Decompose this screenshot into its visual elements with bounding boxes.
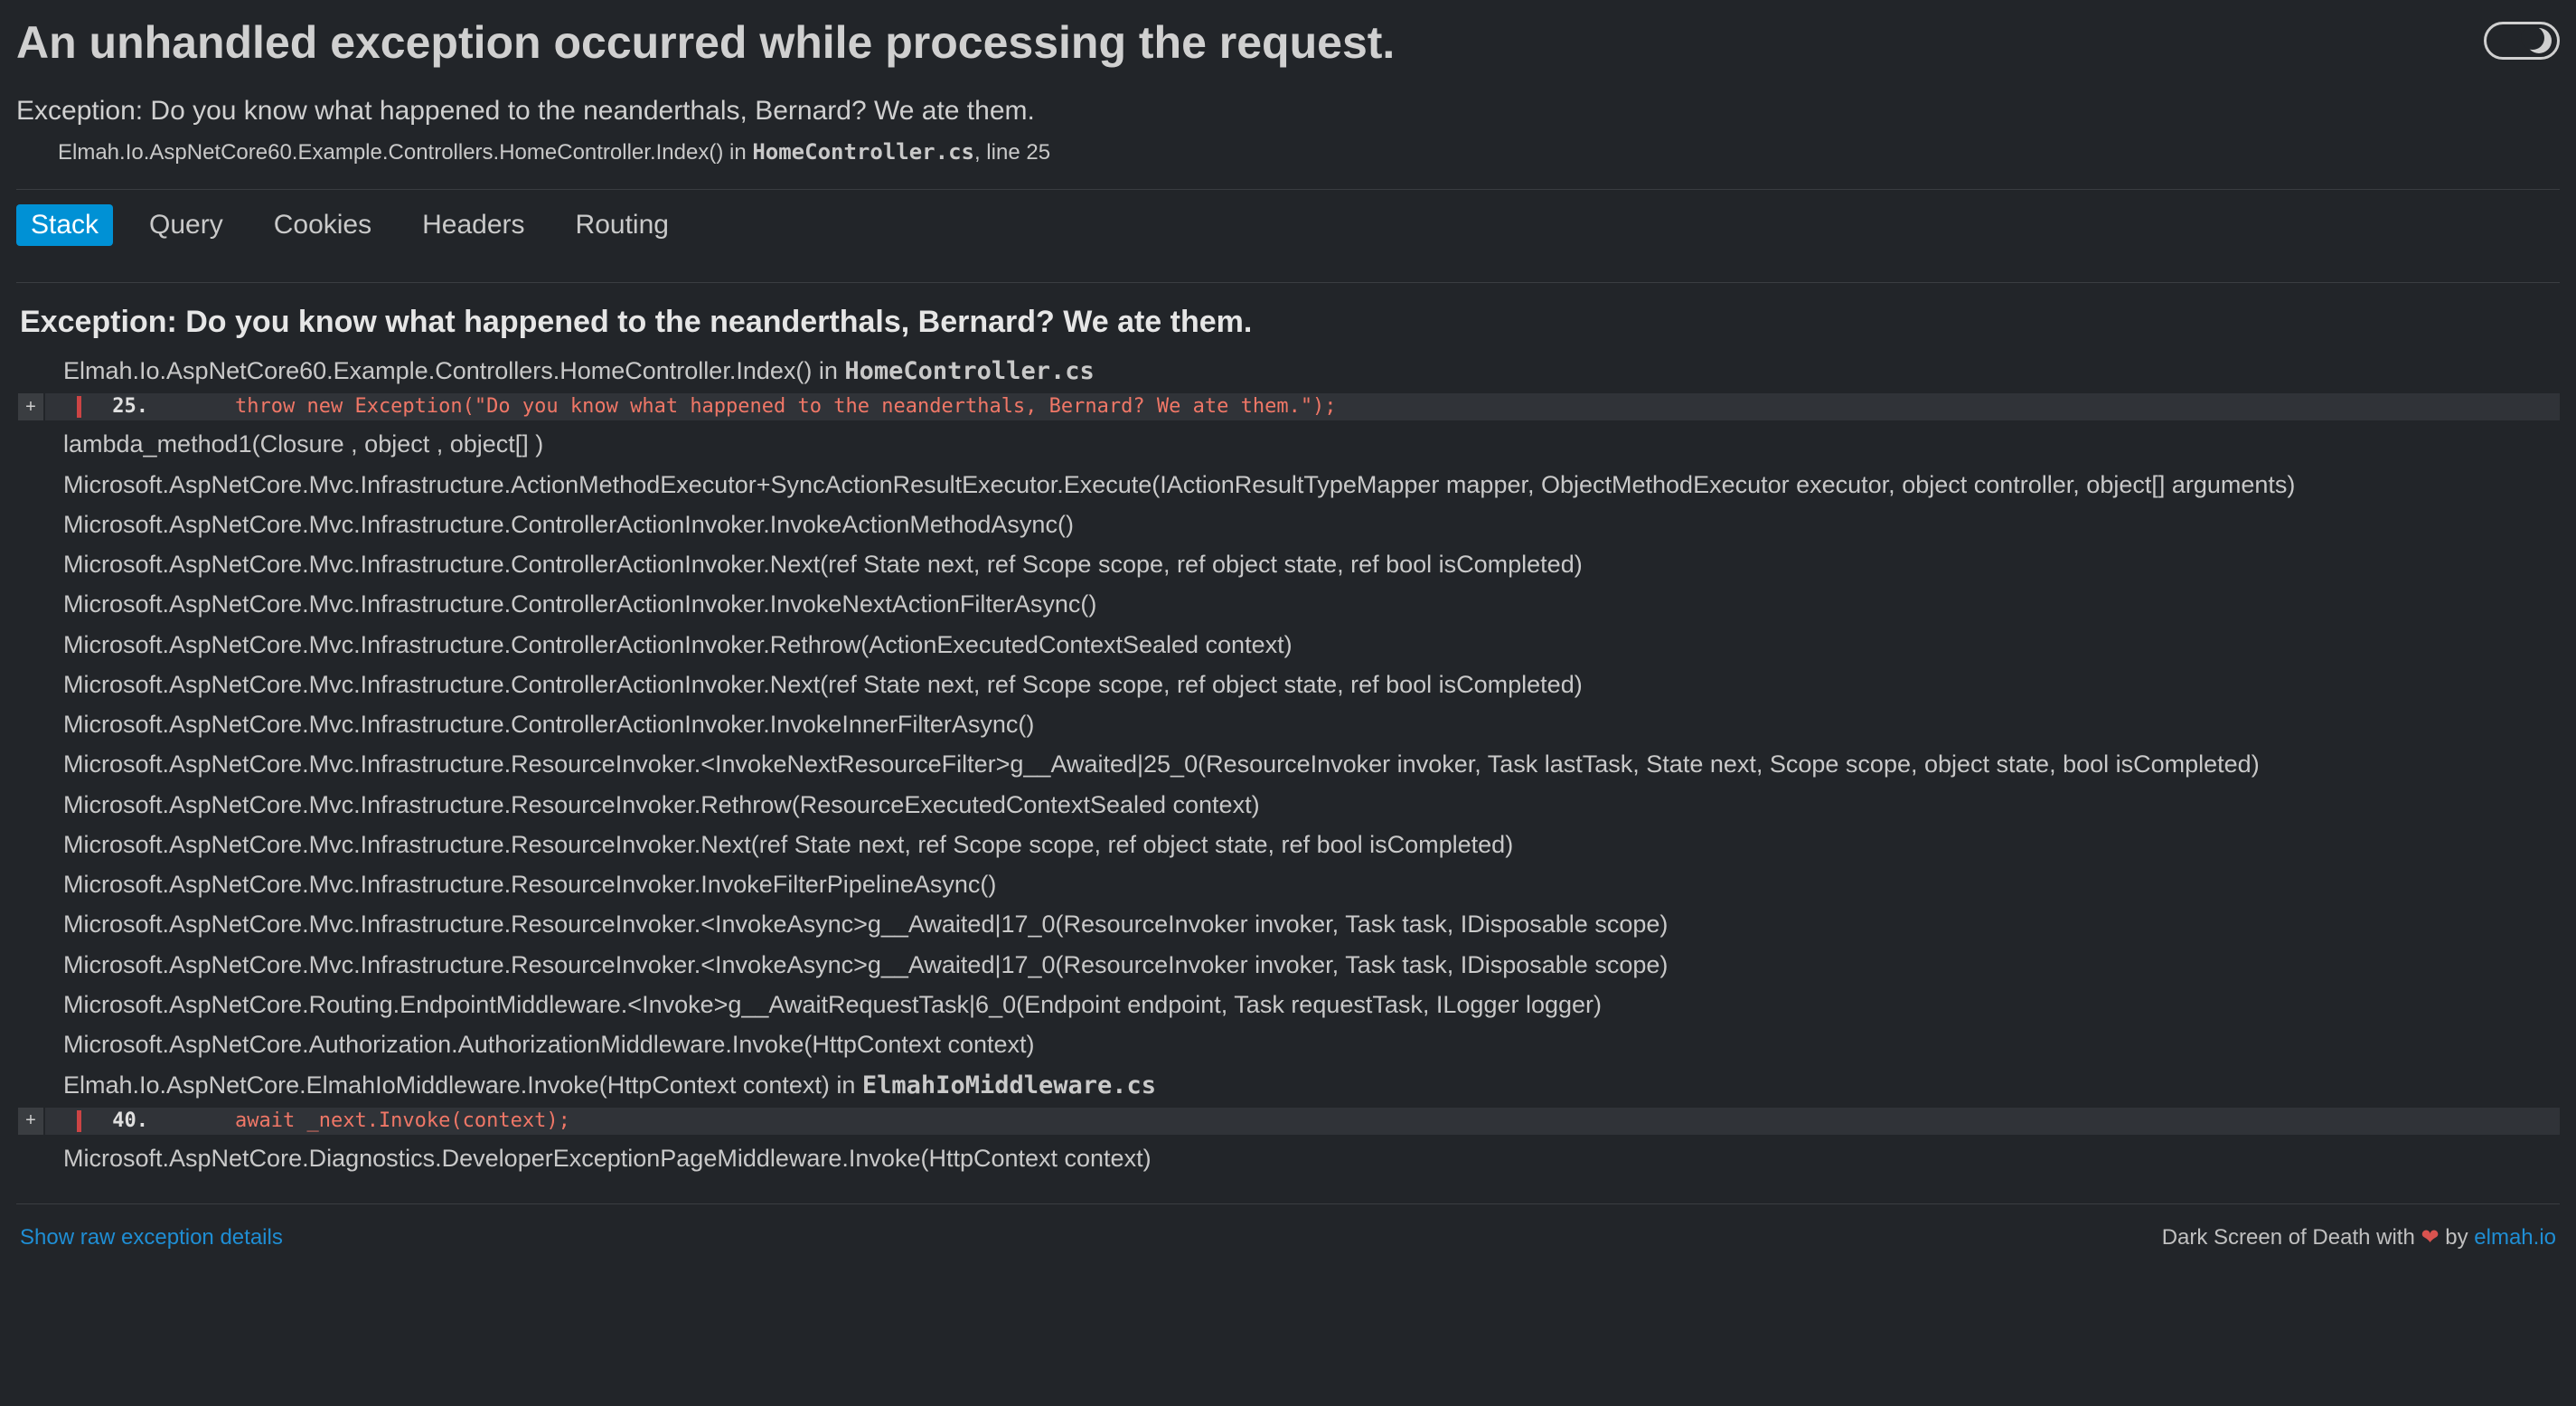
tab-stack[interactable]: Stack — [16, 204, 113, 246]
tab-query[interactable]: Query — [135, 204, 238, 246]
expand-source-button[interactable]: + — [18, 393, 43, 420]
separator — [16, 282, 2560, 283]
stack-frame[interactable]: Microsoft.AspNetCore.Mvc.Infrastructure.… — [63, 945, 2560, 985]
moon-icon — [2526, 28, 2552, 53]
tab-bar: Stack Query Cookies Headers Routing — [16, 190, 2560, 259]
source-code: await _next.Invoke(context); — [154, 1108, 2560, 1135]
stack-frames: Elmah.Io.AspNetCore60.Example.Controller… — [16, 351, 2560, 1178]
credit-mid: by — [2440, 1225, 2475, 1250]
stack-frame-file: HomeController.cs — [844, 357, 1094, 385]
source-line-number: 25. — [103, 393, 154, 420]
show-raw-link[interactable]: Show raw exception details — [20, 1225, 283, 1250]
error-marker-icon — [43, 393, 103, 420]
source-line: +40.await _next.Invoke(context); — [45, 1108, 2560, 1135]
stack-frame[interactable]: Microsoft.AspNetCore.Mvc.Infrastructure.… — [63, 904, 2560, 944]
expand-source-button[interactable]: + — [18, 1108, 43, 1135]
stack-frame[interactable]: Microsoft.AspNetCore.Diagnostics.Develop… — [63, 1138, 2560, 1178]
stack-frame[interactable]: Elmah.Io.AspNetCore60.Example.Controller… — [63, 351, 2560, 392]
stack-frame[interactable]: Microsoft.AspNetCore.Mvc.Infrastructure.… — [63, 665, 2560, 704]
stack-frame[interactable]: Microsoft.AspNetCore.Mvc.Infrastructure.… — [63, 625, 2560, 665]
source-line-number: 40. — [103, 1108, 154, 1135]
stack-frame[interactable]: lambda_method1(Closure , object , object… — [63, 424, 2560, 464]
page-title: An unhandled exception occurred while pr… — [16, 16, 1395, 69]
origin-file: HomeController.cs — [752, 139, 974, 165]
tab-headers[interactable]: Headers — [408, 204, 539, 246]
tab-routing[interactable]: Routing — [561, 204, 683, 246]
elmah-link[interactable]: elmah.io — [2474, 1225, 2556, 1250]
stack-frame[interactable]: Microsoft.AspNetCore.Authorization.Autho… — [63, 1024, 2560, 1064]
heart-icon: ❤ — [2421, 1225, 2439, 1250]
theme-toggle[interactable] — [2484, 22, 2560, 60]
footer-bar: Show raw exception details Dark Screen o… — [16, 1203, 2560, 1278]
origin-line-no: 25 — [1026, 140, 1050, 165]
origin-line-prefix: , line — [974, 140, 1026, 165]
stack-frame[interactable]: Microsoft.AspNetCore.Mvc.Infrastructure.… — [63, 785, 2560, 825]
footer-credit: Dark Screen of Death with ❤ by elmah.io — [2162, 1224, 2556, 1250]
source-line: +25.throw new Exception("Do you know wha… — [45, 393, 2560, 420]
stack-frame[interactable]: Microsoft.AspNetCore.Mvc.Infrastructure.… — [63, 465, 2560, 505]
stack-frame[interactable]: Microsoft.AspNetCore.Routing.EndpointMid… — [63, 985, 2560, 1024]
exception-origin: Elmah.Io.AspNetCore60.Example.Controller… — [16, 139, 2560, 165]
exception-subtitle: Exception: Do you know what happened to … — [16, 96, 2560, 127]
stack-frame[interactable]: Microsoft.AspNetCore.Mvc.Infrastructure.… — [63, 584, 2560, 624]
stack-frame-file: ElmahIoMiddleware.cs — [862, 1071, 1156, 1099]
tab-cookies[interactable]: Cookies — [259, 204, 386, 246]
error-marker-icon — [43, 1108, 103, 1135]
origin-method: Elmah.Io.AspNetCore60.Example.Controller… — [58, 140, 752, 165]
source-code: throw new Exception("Do you know what ha… — [154, 393, 2560, 420]
stack-frame[interactable]: Microsoft.AspNetCore.Mvc.Infrastructure.… — [63, 864, 2560, 904]
stack-frame[interactable]: Elmah.Io.AspNetCore.ElmahIoMiddleware.In… — [63, 1065, 2560, 1106]
stack-frame[interactable]: Microsoft.AspNetCore.Mvc.Infrastructure.… — [63, 544, 2560, 584]
stack-frame[interactable]: Microsoft.AspNetCore.Mvc.Infrastructure.… — [63, 704, 2560, 744]
stack-frame[interactable]: Microsoft.AspNetCore.Mvc.Infrastructure.… — [63, 825, 2560, 864]
credit-pre: Dark Screen of Death with — [2162, 1225, 2421, 1250]
stack-heading: Exception: Do you know what happened to … — [16, 305, 2560, 340]
stack-frame[interactable]: Microsoft.AspNetCore.Mvc.Infrastructure.… — [63, 744, 2560, 784]
stack-frame[interactable]: Microsoft.AspNetCore.Mvc.Infrastructure.… — [63, 505, 2560, 544]
